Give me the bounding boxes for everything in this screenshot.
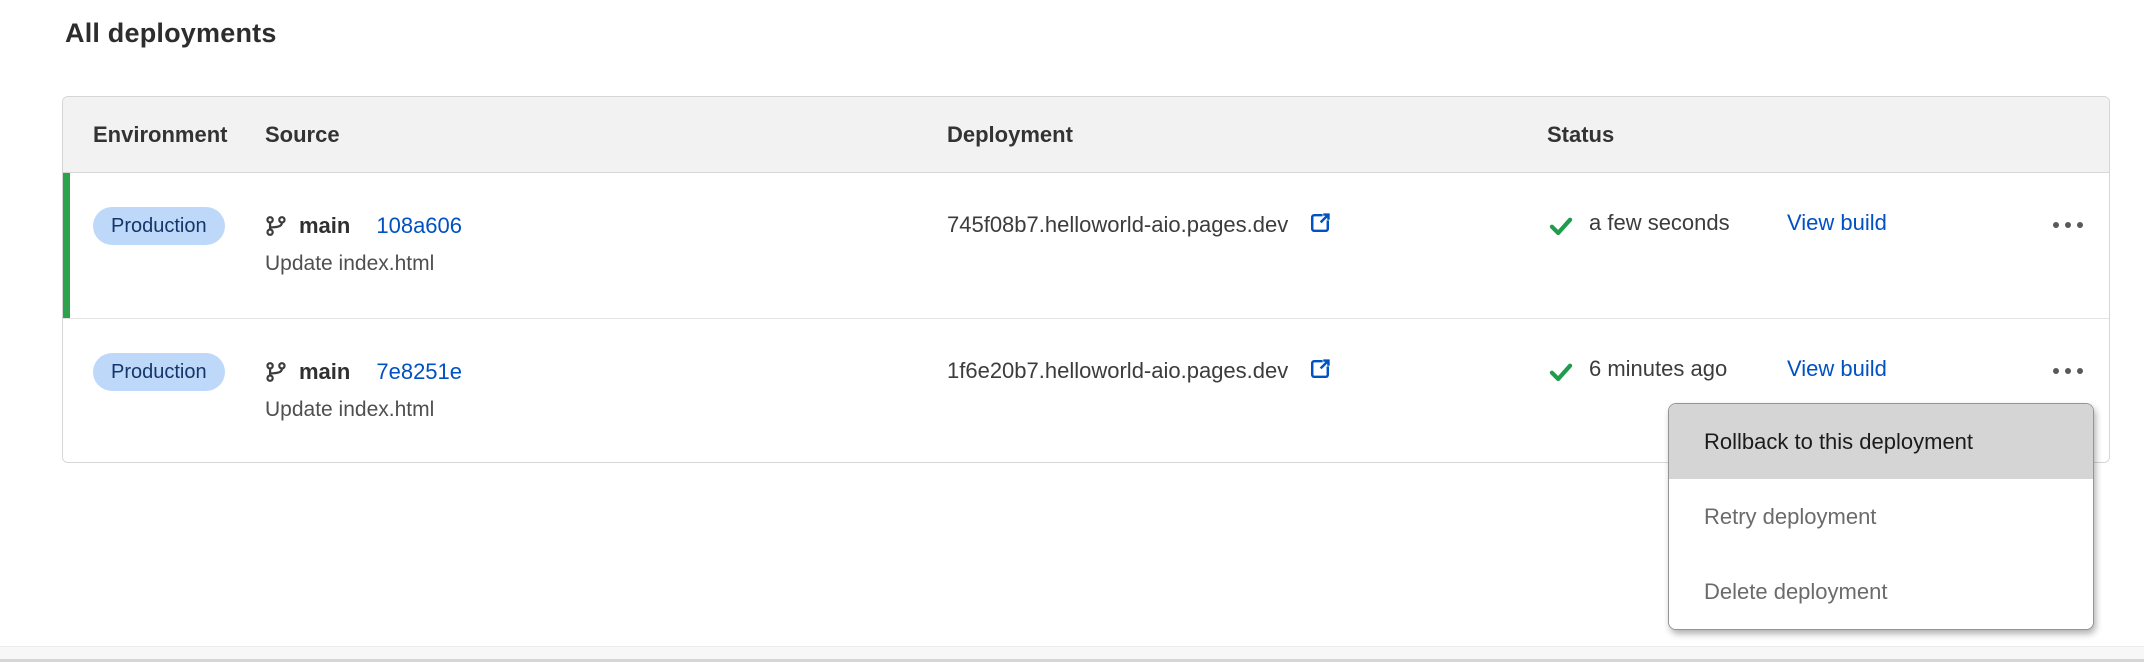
deployment-actions-menu: Rollback to this deployment Retry deploy…: [1668, 403, 2094, 630]
view-build-link[interactable]: View build: [1787, 356, 1887, 381]
deployment-url: 1f6e20b7.helloworld-aio.pages.dev: [947, 358, 1288, 383]
commit-message: Update index.html: [265, 252, 947, 276]
menu-item-rollback[interactable]: Rollback to this deployment: [1669, 404, 2093, 479]
menu-item-retry[interactable]: Retry deployment: [1669, 479, 2093, 554]
page-title: All deployments: [65, 18, 277, 49]
branch-name: main: [299, 359, 350, 385]
git-branch-icon: [265, 215, 287, 237]
deployment-cell: 1f6e20b7.helloworld-aio.pages.dev: [947, 319, 1547, 462]
view-build-link[interactable]: View build: [1787, 210, 1887, 235]
status-time: 6 minutes ago: [1589, 356, 1727, 382]
environment-badge: Production: [93, 207, 225, 245]
commit-link[interactable]: 7e8251e: [376, 359, 462, 385]
view-build-cell: View build: [1787, 173, 2030, 318]
source-cell: main 108a606 Update index.html: [265, 173, 947, 318]
table-row: Production main 108a606 Update index.htm…: [63, 173, 2109, 319]
environment-cell: Production: [63, 173, 265, 318]
current-deployment-indicator: [63, 173, 70, 318]
status-cell: a few seconds: [1547, 173, 1787, 318]
environment-cell: Production: [63, 319, 265, 462]
menu-item-delete[interactable]: Delete deployment: [1669, 554, 2093, 629]
column-header-source: Source: [265, 122, 947, 148]
column-header-environment: Environment: [63, 122, 265, 148]
external-link-icon[interactable]: [1307, 210, 1333, 236]
row-actions-menu-button[interactable]: [2053, 356, 2083, 386]
section-divider: [0, 646, 2144, 662]
environment-badge: Production: [93, 353, 225, 391]
deployment-cell: 745f08b7.helloworld-aio.pages.dev: [947, 173, 1547, 318]
column-header-deployment: Deployment: [947, 122, 1547, 148]
deployments-page: All deployments Environment Source Deplo…: [0, 0, 2144, 662]
success-check-icon: [1547, 212, 1575, 240]
success-check-icon: [1547, 358, 1575, 386]
branch-name: main: [299, 213, 350, 239]
status-time: a few seconds: [1589, 210, 1730, 236]
table-header-row: Environment Source Deployment Status: [63, 97, 2109, 173]
row-menu-cell: [2030, 173, 2105, 318]
column-header-status: Status: [1547, 122, 1787, 148]
external-link-icon[interactable]: [1307, 356, 1333, 382]
deployment-url: 745f08b7.helloworld-aio.pages.dev: [947, 212, 1288, 237]
commit-message: Update index.html: [265, 398, 947, 422]
row-actions-menu-button[interactable]: [2053, 210, 2083, 240]
commit-link[interactable]: 108a606: [376, 213, 462, 239]
git-branch-icon: [265, 361, 287, 383]
source-cell: main 7e8251e Update index.html: [265, 319, 947, 462]
